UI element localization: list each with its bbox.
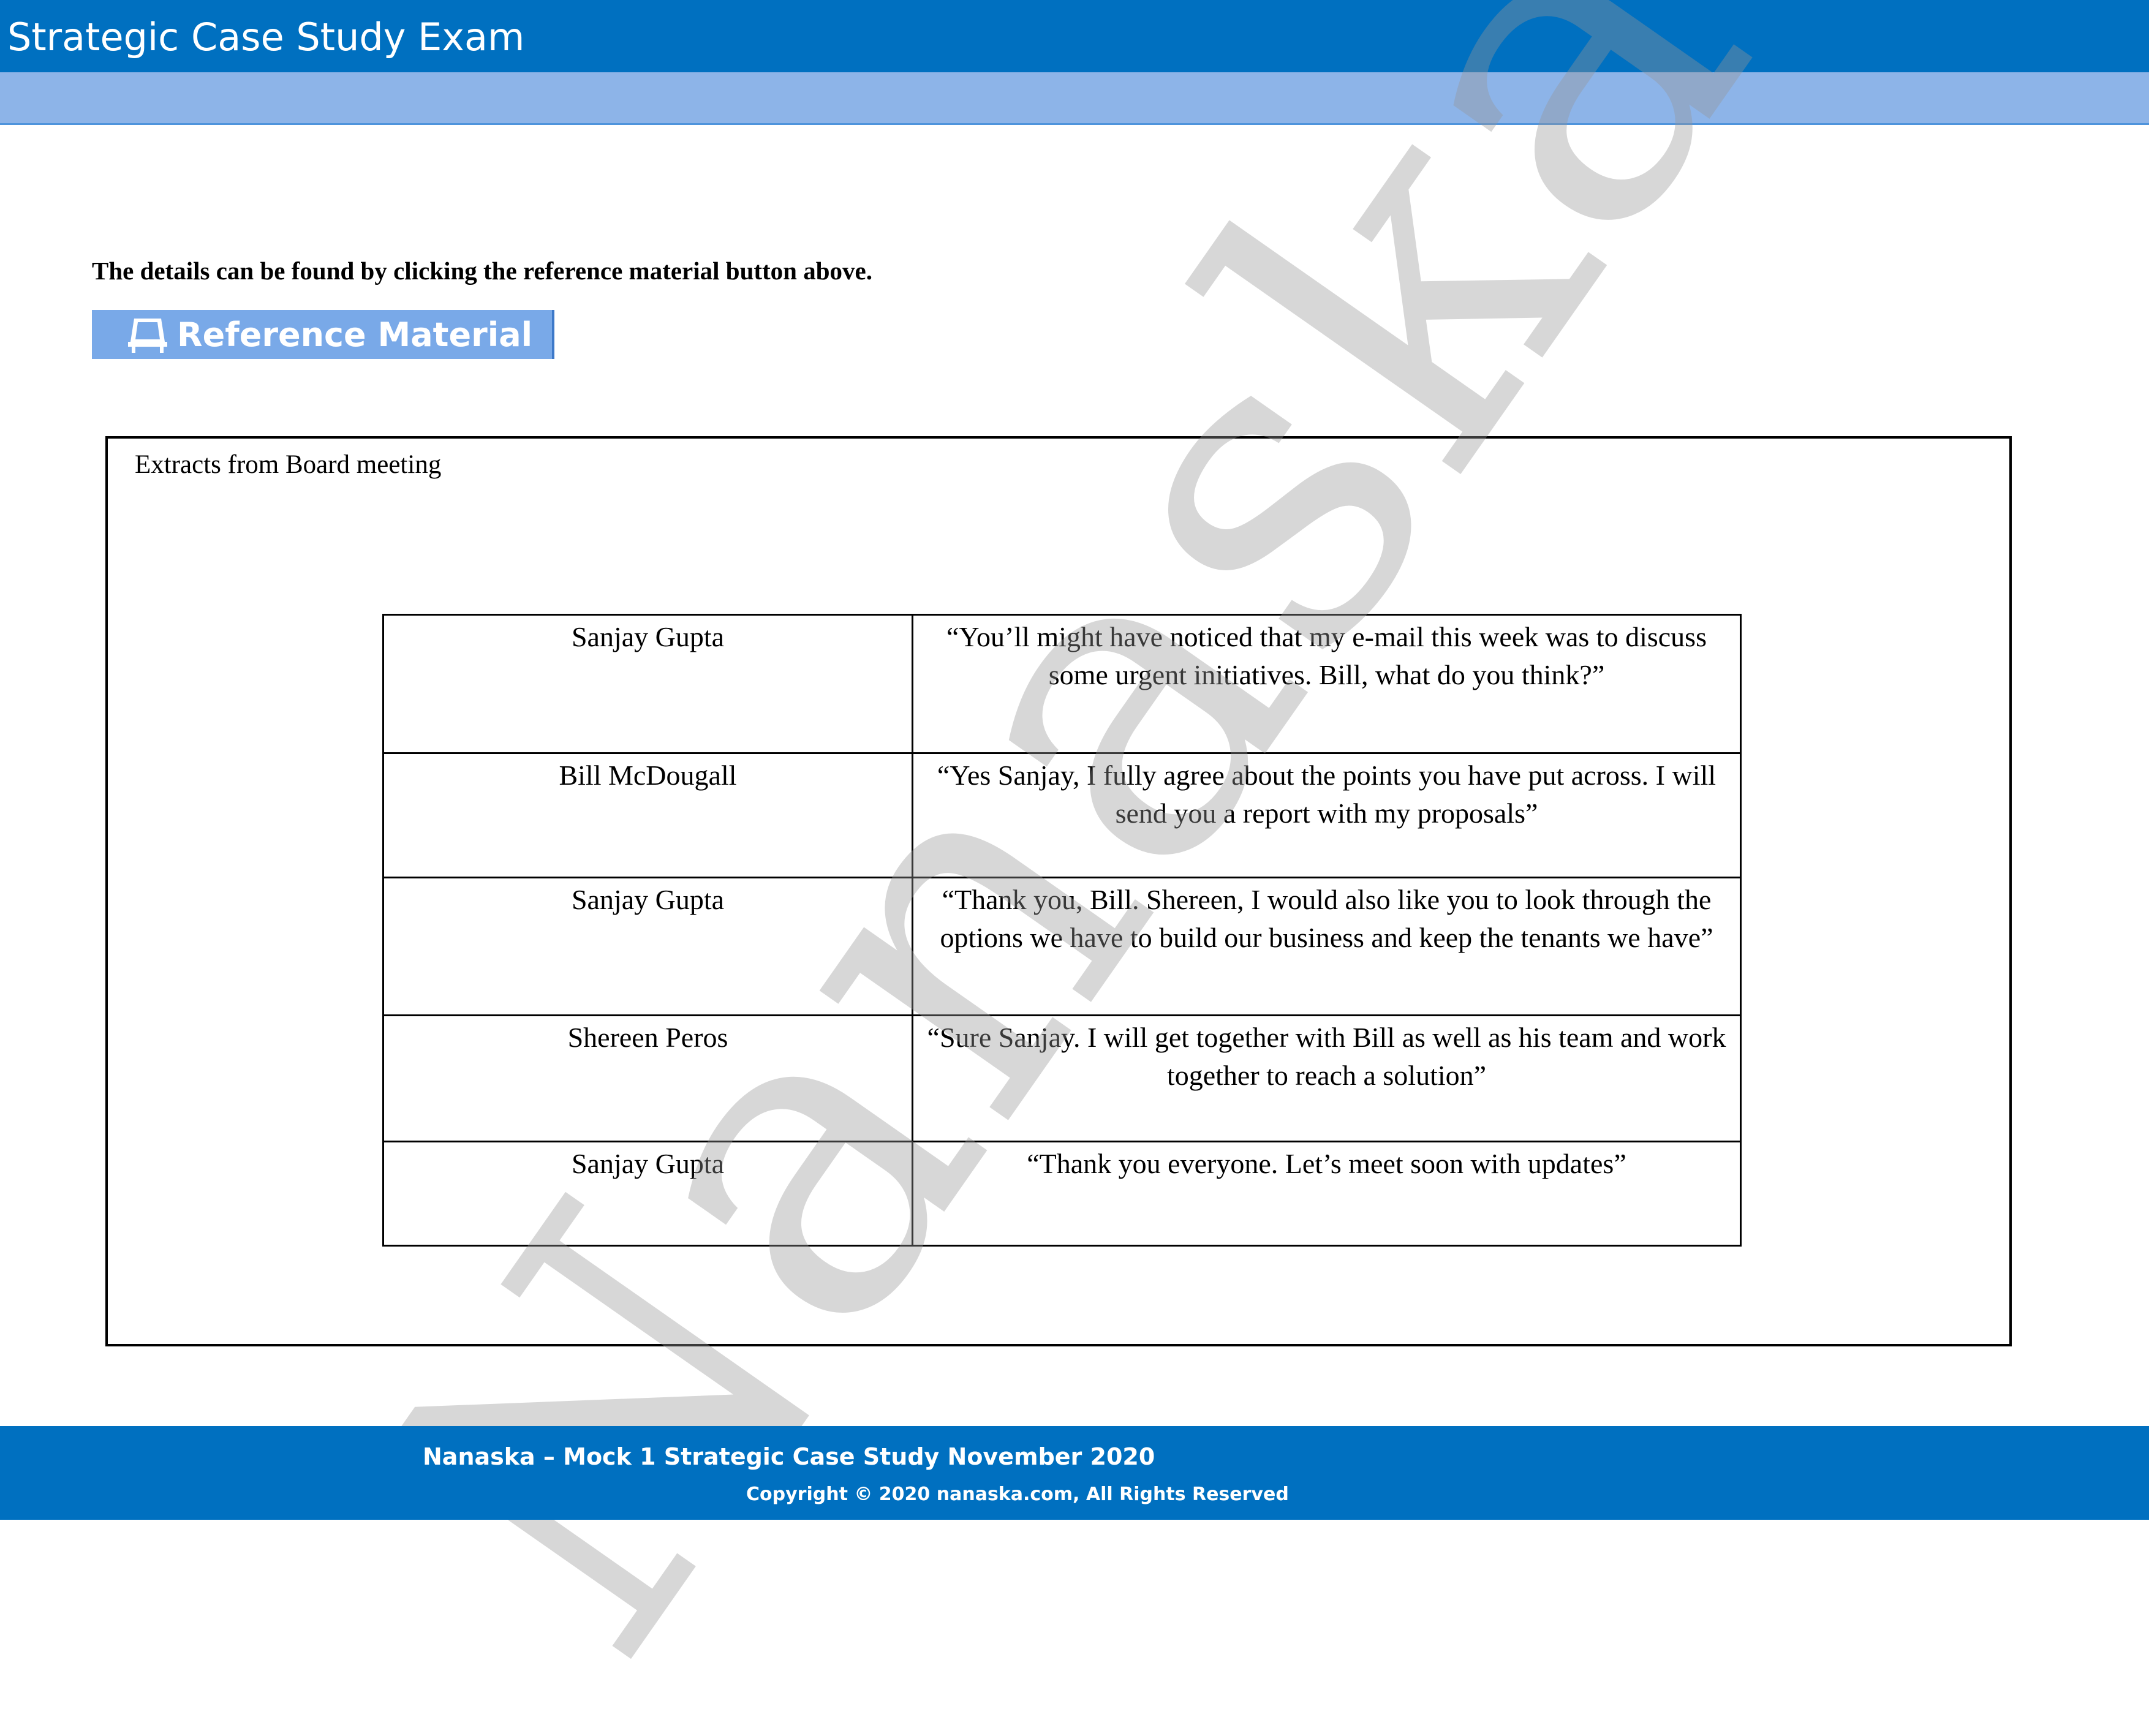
book-stand-icon [128,319,167,353]
table-row: Sanjay Gupta “Thank you, Bill. Shereen, … [382,877,1742,1016]
speaker-cell: Sanjay Gupta [382,614,913,754]
reference-material-button[interactable]: Reference Material [92,310,554,359]
instruction-text: The details can be found by clicking the… [92,257,872,285]
table-row: Sanjay Gupta “Thank you everyone. Let’s … [382,1141,1742,1247]
quote-cell: “Yes Sanjay, I fully agree about the poi… [912,752,1742,878]
quote-cell: “Thank you everyone. Let’s meet soon wit… [912,1141,1742,1247]
table-row: Shereen Peros “Sure Sanjay. I will get t… [382,1014,1742,1142]
speaker-cell: Sanjay Gupta [382,1141,913,1247]
speaker-cell: Shereen Peros [382,1014,913,1142]
footer-bar: Nanaska – Mock 1 Strategic Case Study No… [0,1426,2149,1520]
quote-cell: “Thank you, Bill. Shereen, I would also … [912,877,1742,1016]
subheader-bar [0,72,2149,125]
page-title: Strategic Case Study Exam [7,15,525,59]
quote-cell: “You’ll might have noticed that my e-mai… [912,614,1742,754]
footer-copyright: Copyright © 2020 nanaska.com, All Rights… [746,1484,1289,1505]
footer-exam-title: Nanaska – Mock 1 Strategic Case Study No… [423,1443,1155,1470]
table-row: Sanjay Gupta “You’ll might have noticed … [382,614,1742,754]
dialogue-table: Sanjay Gupta “You’ll might have noticed … [382,614,1742,1247]
speaker-cell: Sanjay Gupta [382,877,913,1016]
quote-cell: “Sure Sanjay. I will get together with B… [912,1014,1742,1142]
table-row: Bill McDougall “Yes Sanjay, I fully agre… [382,752,1742,878]
header-bar: Strategic Case Study Exam [0,0,2149,72]
reference-material-label: Reference Material [177,315,533,354]
extract-title: Extracts from Board meeting [135,450,442,479]
board-meeting-extract-box: Extracts from Board meeting Sanjay Gupta… [105,436,2012,1346]
speaker-cell: Bill McDougall [382,752,913,878]
